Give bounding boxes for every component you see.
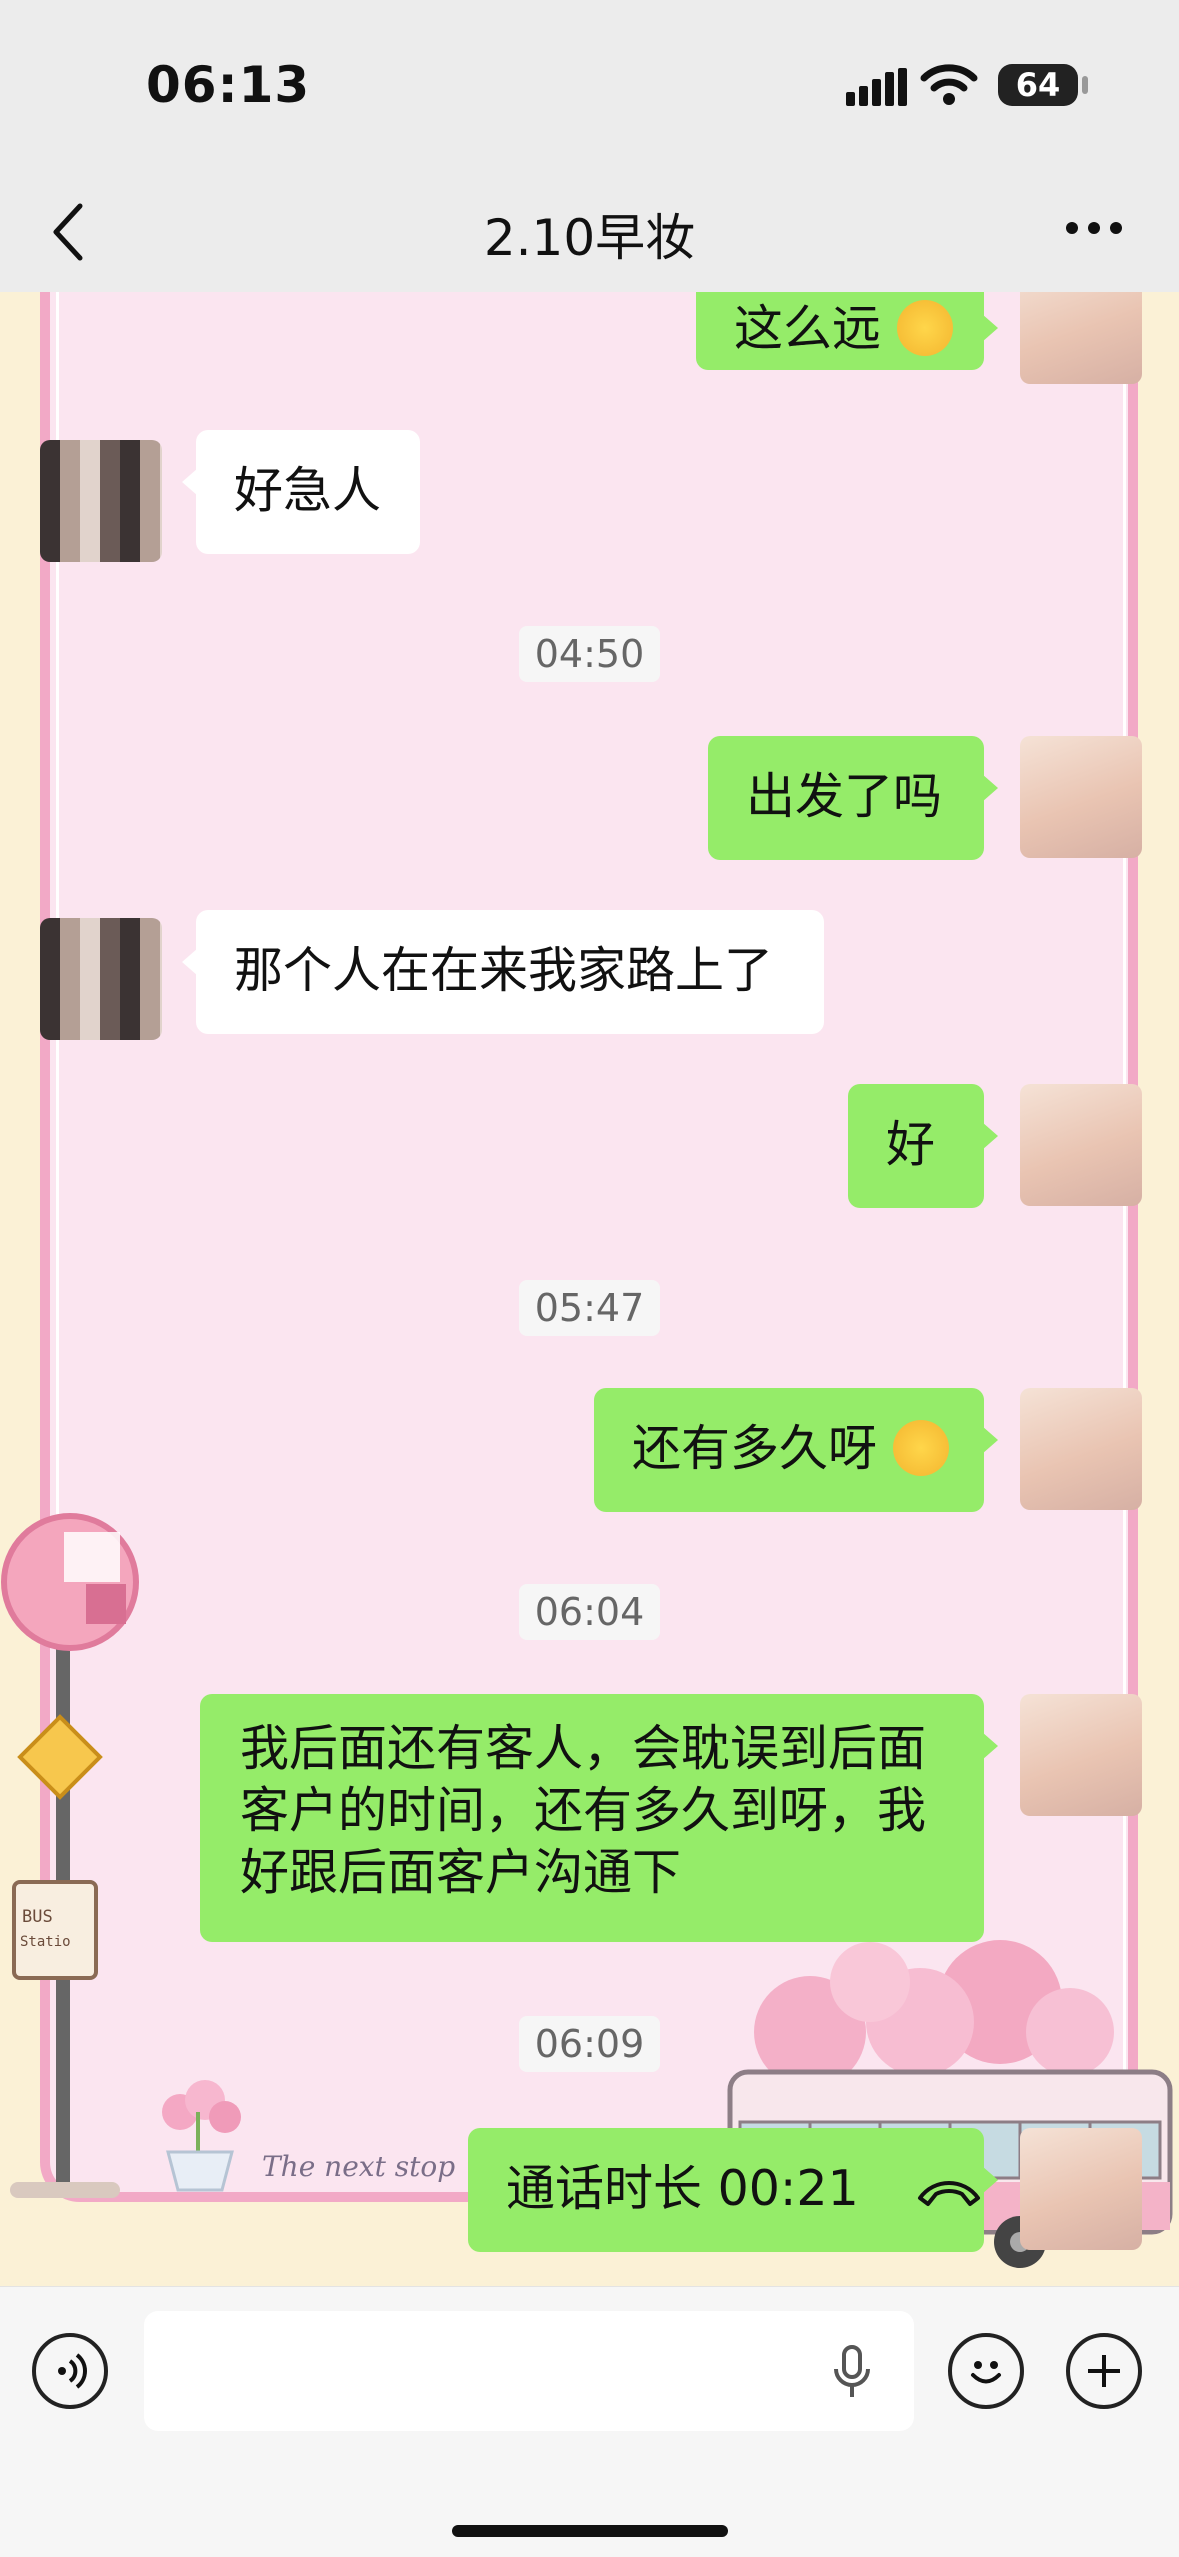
voice-input-toggle[interactable] [32, 2333, 108, 2409]
avatar-contact[interactable] [40, 918, 162, 1040]
emoji-icon [971, 2361, 1001, 2384]
avatar-contact[interactable] [40, 440, 162, 562]
call-record-bubble[interactable]: 通话时长 00:21 [468, 2128, 998, 2252]
plus-icon [1088, 2355, 1120, 2387]
banner-text: The next stop [262, 2150, 456, 2183]
call-duration-text: 通话时长 00:21 [506, 2160, 859, 2217]
message-bubble-incoming[interactable]: 那个人在在来我家路上了 [182, 910, 824, 1034]
message-bubble-outgoing[interactable]: 这么远 [696, 292, 998, 370]
timestamp: 06:09 [0, 2016, 1179, 2072]
timestamp: 06:04 [0, 1584, 1179, 1640]
flower-pot-illustration [162, 2080, 241, 2192]
chat-title: 2.10早妆 [483, 209, 696, 267]
bus-sign-text: BUS [22, 1907, 53, 1927]
message-bubble-outgoing[interactable]: 好 [848, 1084, 998, 1208]
message-text: 出发了吗 [746, 768, 943, 825]
flushed-emoji-icon [896, 299, 953, 356]
status-time: 06:13 [146, 56, 311, 114]
message-text: 这么远 [734, 300, 882, 357]
avatar-self[interactable] [1020, 736, 1142, 858]
emoji-button[interactable] [948, 2333, 1024, 2409]
signal-icon [846, 68, 907, 106]
message-bubble-outgoing[interactable]: 还有多久呀 [594, 1388, 998, 1512]
avatar-self[interactable] [1020, 2128, 1142, 2250]
message-text: 好急人 [234, 462, 382, 519]
more-functions-button[interactable] [1066, 2333, 1142, 2409]
message-text: 还有多久呀 [632, 1420, 878, 1477]
chat-header: 2.10早妆 [0, 170, 1179, 293]
message-bubble-outgoing[interactable]: 出发了吗 [708, 736, 998, 860]
timestamp: 05:47 [0, 1280, 1179, 1336]
timestamp: 04:50 [0, 626, 1179, 682]
voice-icon [58, 2353, 87, 2389]
message-text: 好 [886, 1116, 936, 1173]
message-text: 我后面还有客人，会耽误到后面客户的时间，还有多久到呀，我好跟后面客户沟通下 [240, 1720, 927, 1901]
avatar-self[interactable] [1020, 292, 1142, 384]
more-icon[interactable] [1062, 208, 1126, 248]
status-bar: 06:13 64 [0, 0, 1179, 170]
message-input[interactable] [144, 2311, 914, 2431]
avatar-self[interactable] [1020, 1694, 1142, 1816]
chat-area[interactable]: BUS Statio The next stop 这么远 好急人 04:50 出… [0, 292, 1179, 2286]
input-bar [0, 2286, 1179, 2557]
call-icon [918, 2180, 981, 2206]
message-bubble-incoming[interactable]: 好急人 [182, 430, 420, 554]
message-bubble-outgoing[interactable]: 我后面还有客人，会耽误到后面客户的时间，还有多久到呀，我好跟后面客户沟通下 [200, 1694, 998, 1942]
avatar-self[interactable] [1020, 1084, 1142, 1206]
mic-icon[interactable] [832, 2345, 872, 2401]
battery-indicator: 64 [998, 64, 1078, 106]
battery-tip [1082, 76, 1088, 94]
crying-laughing-emoji-icon [892, 1419, 949, 1476]
svg-text:Statio: Statio [20, 1934, 71, 1950]
wifi-icon [920, 64, 978, 105]
avatar-self[interactable] [1020, 1388, 1142, 1510]
home-indicator [452, 2525, 728, 2537]
message-text: 那个人在在来我家路上了 [234, 942, 774, 999]
